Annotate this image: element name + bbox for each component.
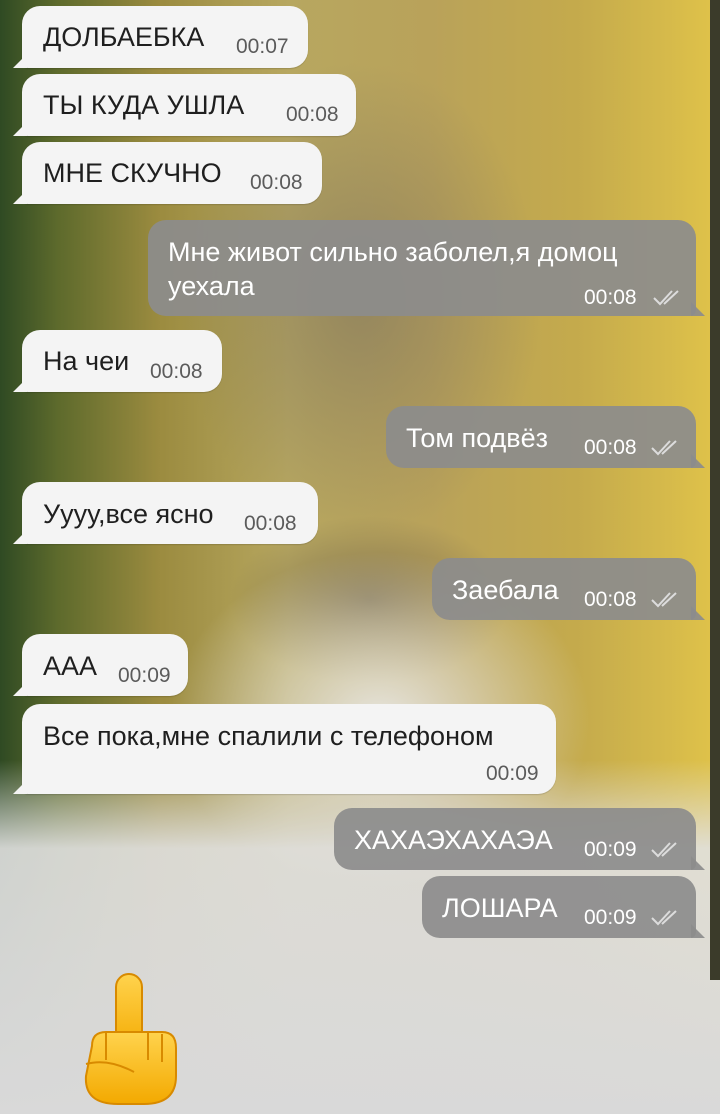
message-time: 00:08 (244, 512, 297, 535)
incoming-message[interactable]: Уууу,все ясно 00:08 (13, 482, 318, 544)
message-time: 00:08 (584, 436, 637, 459)
message-time: 00:08 (150, 360, 203, 383)
message-text: ААА (43, 651, 98, 681)
read-checkmarks-icon (651, 842, 677, 858)
message-time: 00:08 (286, 103, 339, 126)
incoming-message[interactable]: ТЫ КУДА УШЛА 00:08 (13, 74, 356, 136)
message-time: 00:09 (118, 664, 171, 687)
message-time: 00:08 (584, 286, 637, 309)
incoming-message[interactable]: ААА 00:09 (13, 634, 188, 696)
message-text: Все пока,мне спалили с телефоном (43, 721, 494, 751)
message-time: 00:09 (584, 838, 637, 861)
outgoing-message[interactable]: Заебала 00:08 (432, 558, 705, 620)
read-checkmarks-icon (653, 290, 679, 306)
message-text: ТЫ КУДА УШЛА (43, 90, 245, 120)
incoming-message[interactable]: ДОЛБАЕБКА 00:07 (13, 6, 308, 68)
message-time: 00:09 (486, 762, 539, 785)
middle-finger-emoji (84, 973, 177, 1105)
scroll-edge (710, 0, 720, 980)
read-checkmarks-icon (651, 440, 677, 456)
outgoing-message[interactable]: Том подвёз 00:08 (386, 406, 705, 468)
read-checkmarks-icon (651, 592, 677, 608)
message-time: 00:09 (584, 906, 637, 929)
message-time: 00:08 (250, 171, 303, 194)
incoming-message[interactable]: МНЕ СКУЧНО 00:08 (13, 142, 322, 204)
message-text: На чеи (43, 346, 130, 376)
incoming-message[interactable]: На чеи 00:08 (13, 330, 222, 392)
message-text-line-2: уехала (168, 271, 255, 301)
outgoing-message[interactable]: Мне живот сильно заболел,я домоц уехала … (148, 220, 705, 316)
message-text: Заебала (452, 575, 559, 605)
outgoing-message[interactable]: ХАХАЭХАХАЭА 00:09 (334, 808, 705, 870)
message-text: ДОЛБАЕБКА (43, 22, 205, 52)
message-text: ЛОШАРА (442, 893, 558, 923)
read-checkmarks-icon (651, 910, 677, 926)
message-text: Том подвёз (406, 423, 549, 453)
message-text: ХАХАЭХАХАЭА (354, 825, 553, 855)
outgoing-message[interactable]: ЛОШАРА 00:09 (422, 876, 705, 938)
message-time: 00:07 (236, 35, 289, 58)
incoming-message[interactable]: Все пока,мне спалили с телефоном 00:09 (13, 704, 556, 794)
message-text: Уууу,все ясно (43, 499, 214, 529)
message-time: 00:08 (584, 588, 637, 611)
message-text: МНЕ СКУЧНО (43, 158, 222, 188)
message-text-line-1: Мне живот сильно заболел,я домоц (168, 237, 618, 267)
